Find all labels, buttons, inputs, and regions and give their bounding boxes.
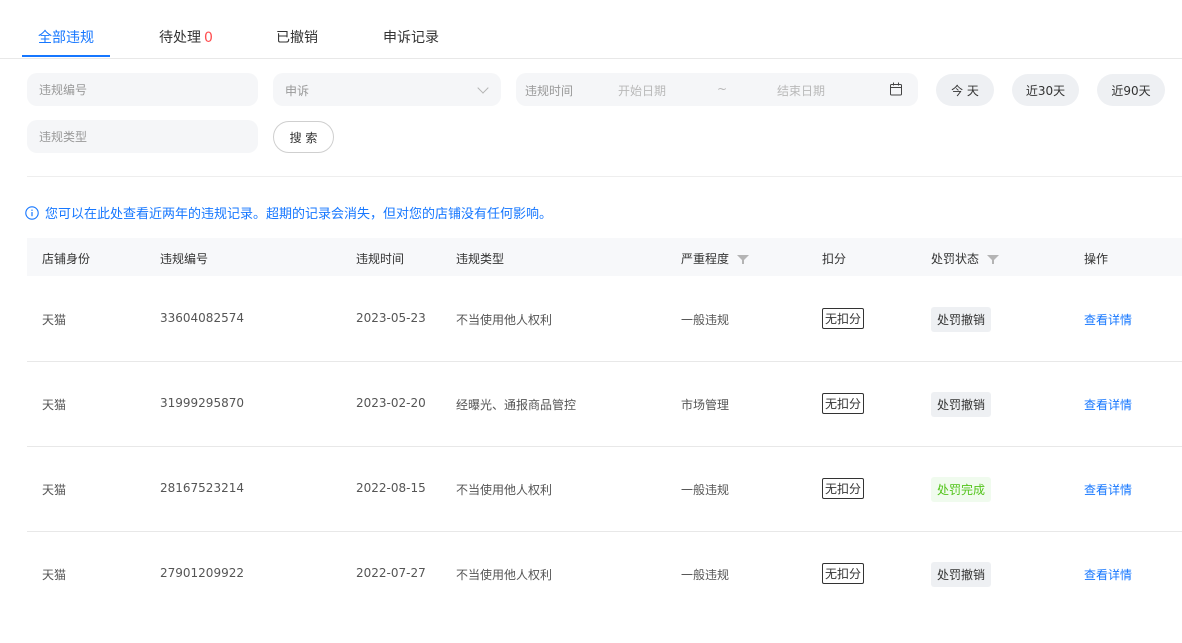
header-violation-type: 违规类型	[456, 250, 504, 267]
header-severity: 严重程度	[681, 250, 750, 267]
last-30-days-label: 近30天	[1025, 83, 1066, 98]
header-actions: 操作	[1084, 250, 1108, 267]
status-badge: 处罚撤销	[931, 307, 992, 332]
header-label: 店铺身份	[42, 252, 91, 266]
cell-date: 2023-05-23	[356, 311, 426, 325]
status-filter-icon[interactable]	[987, 254, 1000, 264]
search-button[interactable]: 搜 索	[273, 121, 334, 153]
cell-severity: 市场管理	[681, 398, 730, 412]
last-90-days-button[interactable]: 近90天	[1097, 74, 1165, 106]
points-badge: 无扣分	[822, 308, 865, 329]
pending-count-badge: 0	[204, 30, 213, 46]
status-badge: 处罚撤销	[931, 562, 992, 587]
header-label: 违规类型	[456, 252, 505, 266]
tab-label: 已撤销	[276, 30, 318, 46]
section-divider	[27, 176, 1182, 177]
cell-violation-id: 27901209922	[160, 566, 244, 580]
tab-pending[interactable]: 待处理 0	[159, 27, 213, 47]
appeal-select[interactable]: 申诉	[273, 73, 501, 106]
header-label: 违规编号	[160, 252, 209, 266]
cell-violation-id: 33604082574	[160, 311, 244, 325]
appeal-select-value: 申诉	[285, 84, 310, 98]
cell-violation-id: 28167523214	[160, 481, 244, 495]
cell-shop: 天猫	[42, 313, 67, 327]
cell-shop: 天猫	[42, 398, 67, 412]
table-row: 天猫 28167523214 2022-08-15 不当使用他人权利 一般违规 …	[27, 446, 1182, 532]
last-90-days-label: 近90天	[1111, 83, 1151, 98]
cell-severity: 一般违规	[681, 483, 730, 497]
cell-severity: 一般违规	[681, 568, 730, 582]
cell-type: 不当使用他人权利	[456, 313, 553, 327]
cell-date: 2022-08-15	[356, 481, 426, 495]
header-label: 违规时间	[356, 252, 405, 266]
tab-label: 申诉记录	[383, 30, 439, 46]
cell-shop: 天猫	[42, 483, 67, 497]
tab-bar: 全部违规 待处理 0 已撤销 申诉记录	[0, 0, 1182, 59]
header-label: 扣分	[822, 252, 847, 266]
start-date-input[interactable]: 开始日期	[618, 82, 666, 99]
violation-date-range[interactable]: 违规时间 开始日期 ~ 结束日期	[516, 73, 918, 106]
chevron-down-icon	[477, 82, 489, 94]
points-badge: 无扣分	[822, 478, 865, 499]
active-tab-indicator	[22, 55, 110, 57]
view-details-link[interactable]: 查看详情	[1084, 566, 1132, 583]
info-notice: 您可以在此处查看近两年的违规记录。超期的记录会消失，但对您的店铺没有任何影响。	[25, 203, 552, 222]
today-button[interactable]: 今 天	[936, 74, 994, 106]
info-icon	[25, 205, 39, 220]
points-badge: 无扣分	[822, 393, 865, 414]
cell-date: 2022-07-27	[356, 566, 426, 580]
tab-label: 全部违规	[38, 30, 94, 46]
end-date-input[interactable]: 结束日期	[777, 82, 825, 99]
cell-shop: 天猫	[42, 568, 67, 582]
violation-type-field	[27, 120, 258, 153]
table-row: 天猫 27901209922 2022-07-27 不当使用他人权利 一般违规 …	[27, 531, 1182, 616]
last-30-days-button[interactable]: 近30天	[1012, 74, 1079, 106]
search-button-label: 搜 索	[289, 130, 318, 145]
violation-type-input[interactable]	[27, 120, 258, 153]
cell-severity: 一般违规	[681, 313, 730, 327]
tab-revoked[interactable]: 已撤销	[276, 27, 318, 47]
table-header: 店铺身份 违规编号 违规时间 违规类型 严重程度 扣分 处罚状态 操作	[27, 238, 1182, 276]
header-points: 扣分	[822, 250, 846, 267]
header-penalty-status: 处罚状态	[931, 250, 1000, 267]
status-badge: 处罚撤销	[931, 392, 992, 417]
table-row: 天猫 33604082574 2023-05-23 不当使用他人权利 一般违规 …	[27, 276, 1182, 362]
info-text: 您可以在此处查看近两年的违规记录。超期的记录会消失，但对您的店铺没有任何影响。	[45, 207, 553, 222]
severity-filter-icon[interactable]	[737, 254, 750, 264]
tab-appeal-records[interactable]: 申诉记录	[383, 27, 439, 47]
cell-date: 2023-02-20	[356, 396, 426, 410]
header-label: 严重程度	[681, 252, 730, 266]
violation-number-field	[27, 73, 258, 106]
tab-all-violations[interactable]: 全部违规	[38, 27, 94, 47]
calendar-icon[interactable]	[890, 82, 902, 96]
date-separator: ~	[717, 82, 728, 96]
cell-type: 不当使用他人权利	[456, 568, 553, 582]
table-row: 天猫 31999295870 2023-02-20 经曝光、通报商品管控 市场管…	[27, 361, 1182, 447]
points-badge: 无扣分	[822, 563, 865, 584]
cell-violation-id: 31999295870	[160, 396, 244, 410]
header-shop-identity: 店铺身份	[42, 250, 90, 267]
date-range-label: 违规时间	[525, 84, 574, 98]
tab-label: 待处理	[159, 30, 201, 46]
today-button-label: 今 天	[951, 83, 979, 98]
status-badge: 处罚完成	[931, 477, 992, 502]
header-label: 处罚状态	[931, 252, 980, 266]
header-violation-time: 违规时间	[356, 250, 404, 267]
cell-type: 经曝光、通报商品管控	[456, 398, 577, 412]
cell-type: 不当使用他人权利	[456, 483, 553, 497]
view-details-link[interactable]: 查看详情	[1084, 481, 1132, 498]
view-details-link[interactable]: 查看详情	[1084, 311, 1132, 328]
view-details-link[interactable]: 查看详情	[1084, 396, 1132, 413]
header-violation-number: 违规编号	[160, 250, 208, 267]
header-label: 操作	[1084, 252, 1109, 266]
violation-number-input[interactable]	[27, 73, 258, 106]
